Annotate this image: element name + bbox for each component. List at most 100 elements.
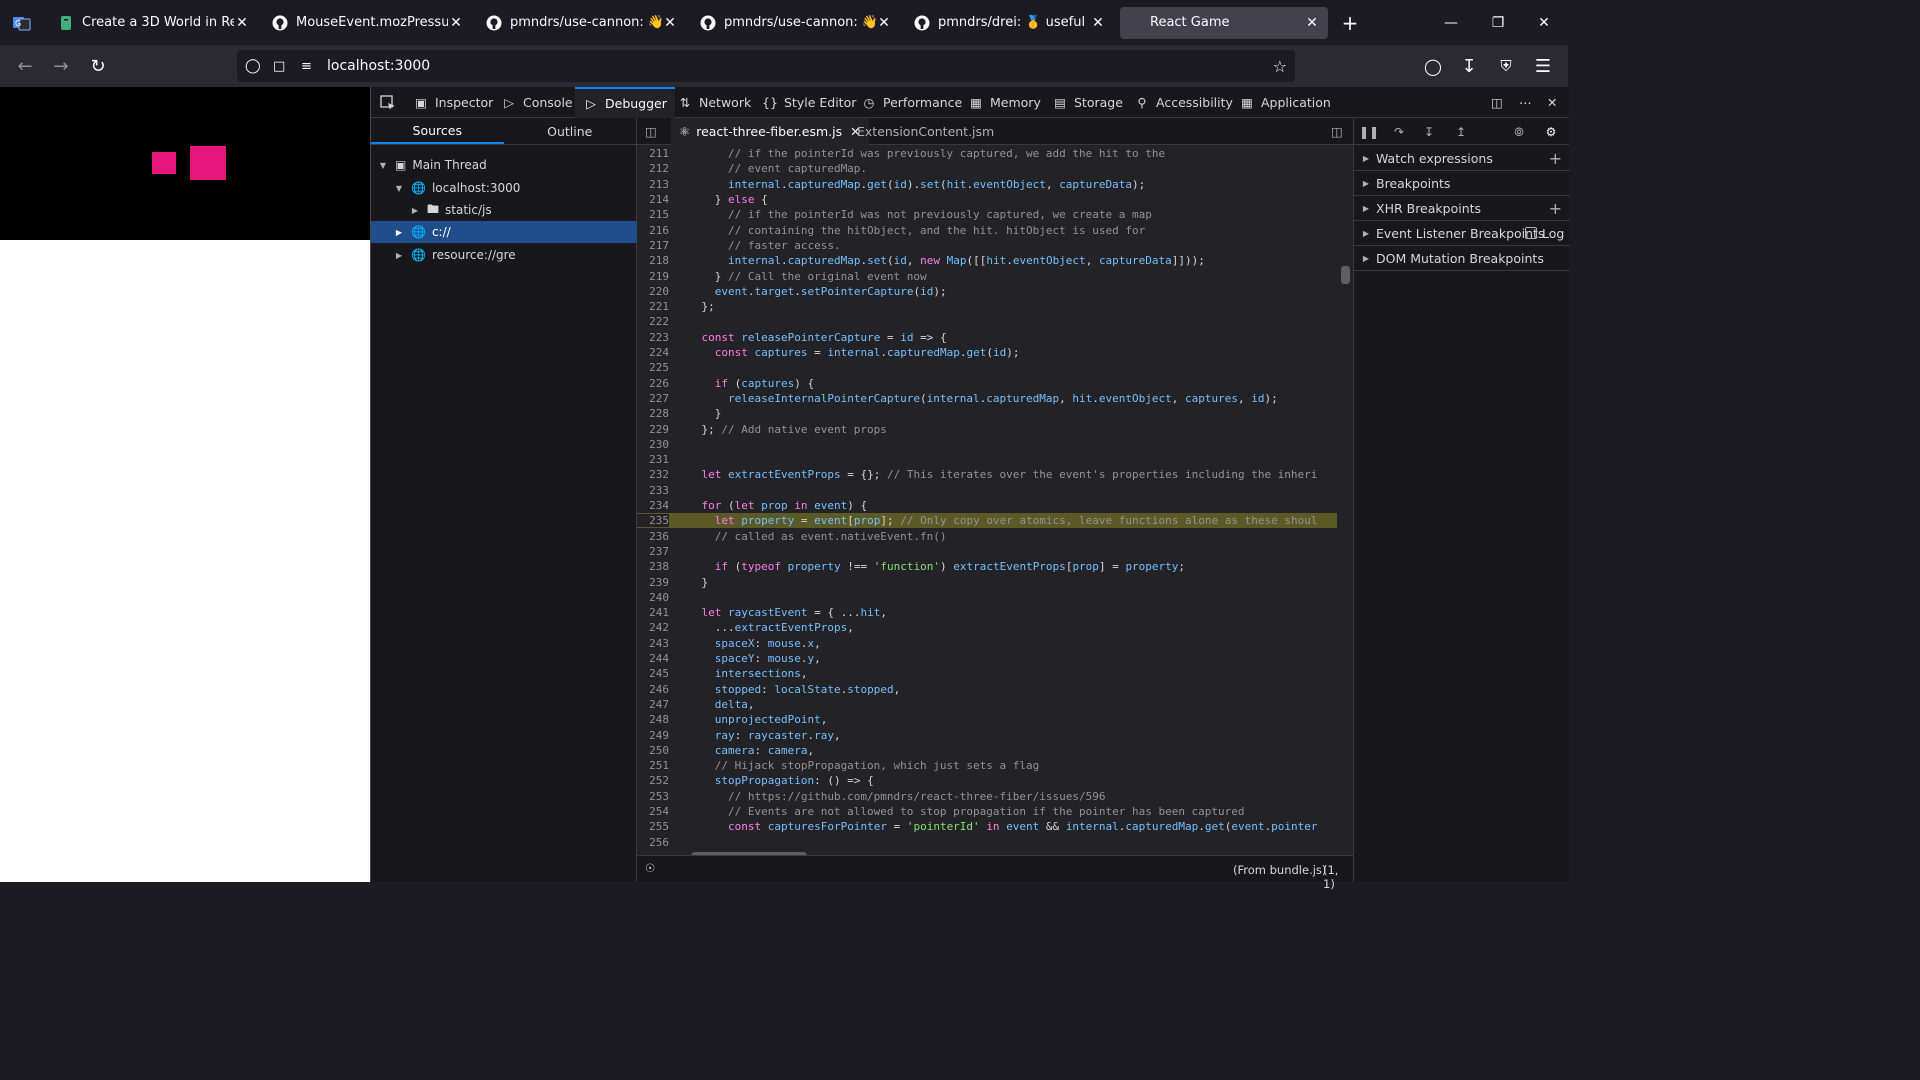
new-tab-button[interactable]: + [1334, 7, 1366, 39]
line-number[interactable]: 255 [637, 820, 669, 833]
minimize-icon[interactable]: — [1428, 0, 1474, 45]
restore-icon[interactable]: ❐ [1475, 0, 1521, 45]
code-line[interactable]: 226 if (captures) { [637, 376, 1337, 391]
line-number[interactable]: 226 [637, 377, 669, 390]
line-number[interactable]: 232 [637, 468, 669, 481]
code-line[interactable]: 247 delta, [637, 697, 1337, 712]
code-line[interactable]: 255 const capturesForPointer = 'pointerI… [637, 819, 1337, 834]
close-tab-icon[interactable]: ✕ [448, 15, 464, 31]
line-number[interactable]: 214 [637, 193, 669, 206]
code-line[interactable]: 244 spaceY: mouse.y, [637, 651, 1337, 666]
line-number[interactable]: 228 [637, 407, 669, 420]
tab-console[interactable]: ▷ Console [501, 87, 572, 118]
downloads-icon[interactable]: ↧ [1454, 51, 1484, 81]
close-devtools-icon[interactable]: ✕ [1547, 87, 1557, 118]
line-number[interactable]: 235 [637, 514, 669, 528]
step-in-icon[interactable]: ↧ [1420, 123, 1438, 141]
toggle-right-panel-icon[interactable]: ◫ [1331, 118, 1343, 145]
vertical-scrollbar[interactable] [1337, 146, 1353, 852]
tree-item-localhost[interactable]: ▼ 🌐 localhost:3000 [371, 177, 637, 199]
code-line[interactable]: 214 } else { [637, 192, 1337, 207]
chevron-right-icon[interactable]: ▶ [393, 251, 405, 260]
code-line[interactable]: 223 const releasePointerCapture = id => … [637, 330, 1337, 345]
shield-icon[interactable]: ◯ [245, 58, 261, 74]
code-line[interactable]: 230 [637, 437, 1337, 452]
tree-item-main-thread[interactable]: ▼ ▣ Main Thread [371, 154, 637, 176]
line-number[interactable]: 252 [637, 774, 669, 787]
line-number[interactable]: 211 [637, 147, 669, 160]
section-watch-expressions[interactable]: ▶ Watch expressions + [1354, 146, 1570, 171]
tab-sources[interactable]: Sources [371, 118, 504, 144]
code-line[interactable]: 236 // called as event.nativeEvent.fn() [637, 529, 1337, 544]
code-line[interactable]: 222 [637, 314, 1337, 329]
eye-icon[interactable]: ☉ [645, 861, 655, 875]
line-number[interactable]: 248 [637, 713, 669, 726]
line-number[interactable]: 249 [637, 729, 669, 742]
line-number[interactable]: 229 [637, 423, 669, 436]
tab-style-editor[interactable]: {} Style Editor [762, 87, 856, 118]
line-number[interactable]: 242 [637, 621, 669, 634]
code-line[interactable]: 227 releaseInternalPointerCapture(intern… [637, 391, 1337, 406]
reload-icon[interactable]: ↻ [83, 51, 113, 81]
line-number[interactable]: 213 [637, 178, 669, 191]
line-number[interactable]: 240 [637, 591, 669, 604]
add-icon[interactable]: + [1549, 199, 1562, 218]
chevron-right-icon[interactable]: ▶ [1360, 204, 1372, 213]
vertical-scroll-thumb[interactable] [1341, 266, 1350, 284]
line-number[interactable]: 254 [637, 805, 669, 818]
source-origin[interactable]: (From bundle.js) [1233, 863, 1326, 877]
permissions-icon[interactable]: ≡ [301, 59, 312, 74]
line-number[interactable]: 239 [637, 576, 669, 589]
code-line[interactable]: 233 [637, 483, 1337, 498]
line-number[interactable]: 215 [637, 208, 669, 221]
tab-memory[interactable]: ▦ Memory [968, 87, 1041, 118]
browser-tab[interactable]: pmndrs/drei: 🥇 useful helpe✕ [906, 7, 1114, 39]
code-line[interactable]: 224 const captures = internal.capturedMa… [637, 345, 1337, 360]
editor-tab-react-three-fiber[interactable]: ⚛ react-three-fiber.esm.js ✕ [671, 118, 869, 145]
code-line[interactable]: 220 event.target.setPointerCapture(id); [637, 284, 1337, 299]
line-number[interactable]: 236 [637, 530, 669, 543]
close-tab-icon[interactable]: ✕ [876, 15, 892, 31]
close-tab-icon[interactable]: ✕ [662, 15, 678, 31]
line-number[interactable]: 230 [637, 438, 669, 451]
line-number[interactable]: 219 [637, 270, 669, 283]
step-over-icon[interactable]: ↷ [1390, 123, 1408, 141]
line-number[interactable]: 234 [637, 499, 669, 512]
tab-outline[interactable]: Outline [504, 118, 637, 144]
tab-application[interactable]: ▦ Application [1239, 87, 1331, 118]
code-line[interactable]: 249 ray: raycaster.ray, [637, 727, 1337, 742]
section-xhr-breakpoints[interactable]: ▶ XHR Breakpoints + [1354, 196, 1570, 221]
bookmark-star-icon[interactable]: ☆ [1273, 57, 1287, 76]
more-options-icon[interactable]: ⋯ [1519, 87, 1532, 118]
code-line[interactable]: 232 let extractEventProps = {}; // This … [637, 467, 1337, 482]
tab-inspector[interactable]: ▣ Inspector [413, 87, 493, 118]
translate-app-icon[interactable]: G [0, 0, 44, 45]
code-line[interactable]: 225 [637, 360, 1337, 375]
line-number[interactable]: 216 [637, 224, 669, 237]
code-line[interactable]: 241 let raycastEvent = { ...hit, [637, 605, 1337, 620]
line-number[interactable]: 250 [637, 744, 669, 757]
chevron-down-icon[interactable]: ▼ [393, 184, 405, 193]
code-line[interactable]: 231 [637, 452, 1337, 467]
line-number[interactable]: 217 [637, 239, 669, 252]
code-line[interactable]: 252 stopPropagation: () => { [637, 773, 1337, 788]
line-number[interactable]: 238 [637, 560, 669, 573]
browser-tab[interactable]: pmndrs/use-cannon: 👋💣 p✕ [692, 7, 900, 39]
chevron-right-icon[interactable]: ▶ [393, 228, 405, 237]
browser-tab[interactable]: pmndrs/use-cannon: 👋💣 p✕ [478, 7, 686, 39]
code-line[interactable]: 228 } [637, 406, 1337, 421]
line-number[interactable]: 231 [637, 453, 669, 466]
small-cube[interactable] [152, 152, 176, 174]
tree-item-resource[interactable]: ▶ 🌐 resource://gre [371, 244, 637, 266]
line-number[interactable]: 222 [637, 315, 669, 328]
code-line[interactable]: 243 spaceX: mouse.x, [637, 636, 1337, 651]
code-line[interactable]: 245 intersections, [637, 666, 1337, 681]
code-line[interactable]: 250 camera: camera, [637, 743, 1337, 758]
chevron-right-icon[interactable]: ▶ [409, 206, 421, 215]
code-line[interactable]: 240 [637, 590, 1337, 605]
code-line[interactable]: 229 }; // Add native event props [637, 421, 1337, 436]
step-out-icon[interactable]: ↥ [1452, 123, 1470, 141]
browser-tab[interactable]: MouseEvent.mozPressure is d✕ [264, 7, 472, 39]
dock-side-icon[interactable]: ◫ [1491, 87, 1503, 118]
line-number[interactable]: 246 [637, 683, 669, 696]
